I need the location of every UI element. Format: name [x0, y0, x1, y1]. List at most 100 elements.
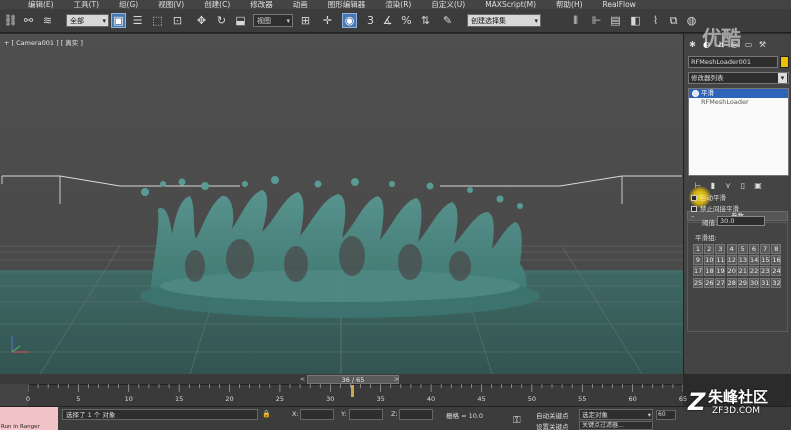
- curve-editor-icon[interactable]: ⌇: [648, 13, 663, 28]
- smoothing-group-button[interactable]: 10: [704, 255, 715, 266]
- menu-item[interactable]: RealFlow: [603, 0, 636, 9]
- smoothing-group-button[interactable]: 31: [760, 277, 771, 288]
- prevent-indirect-check-icon[interactable]: [691, 206, 697, 212]
- smoothing-group-button[interactable]: 16: [771, 255, 782, 266]
- smoothing-group-button[interactable]: 30: [748, 277, 759, 288]
- prevent-indirect-checkbox[interactable]: 禁止间接平滑: [691, 205, 739, 214]
- select-manipulate-icon[interactable]: ✛: [320, 13, 335, 28]
- auto-key-button[interactable]: 自动关键点: [536, 410, 569, 420]
- grid-readout: 栅格 = 10.0: [446, 412, 484, 420]
- smoothing-group-button[interactable]: 29: [737, 277, 748, 288]
- menu-item[interactable]: 组(G): [119, 0, 138, 9]
- smoothing-group-button[interactable]: 2: [704, 244, 715, 254]
- smoothing-group-button[interactable]: 15: [760, 255, 771, 266]
- menu-item[interactable]: 渲染(R): [385, 0, 411, 9]
- camera-viewport[interactable]: + [ Camera001 ] [ 真实 ]: [0, 34, 683, 374]
- menu-item[interactable]: 工具(T): [74, 0, 99, 9]
- keyboard-shortcut-icon[interactable]: ◉: [342, 13, 357, 28]
- smoothing-group-button[interactable]: 8: [771, 244, 782, 254]
- smoothing-group-button[interactable]: 14: [748, 255, 759, 266]
- smoothing-group-button[interactable]: 27: [715, 277, 726, 288]
- bind-spacewarp-icon[interactable]: ≋: [40, 13, 55, 28]
- named-selection-select[interactable]: 创建选择集: [467, 14, 541, 28]
- menu-item[interactable]: 修改器: [250, 0, 273, 9]
- percent-snap-icon[interactable]: %: [399, 13, 414, 28]
- smoothing-group-button[interactable]: 17: [693, 266, 703, 277]
- smoothing-group-button[interactable]: 3: [715, 244, 726, 254]
- time-prev-icon[interactable]: <: [298, 375, 307, 384]
- snap-toggle-icon[interactable]: 3: [363, 13, 378, 28]
- rect-selection-icon[interactable]: ⬚: [150, 13, 165, 28]
- smoothing-group-button[interactable]: 4: [726, 244, 737, 254]
- smoothing-group-button[interactable]: 19: [715, 266, 726, 277]
- window-crossing-icon[interactable]: ⊡: [170, 13, 185, 28]
- graphite-icon[interactable]: ◧: [628, 13, 643, 28]
- unlink-icon[interactable]: ⚯: [21, 13, 36, 28]
- smoothing-group-button[interactable]: 18: [704, 266, 715, 277]
- menu-item[interactable]: 创建(C): [204, 0, 230, 9]
- smoothing-group-button[interactable]: 12: [726, 255, 737, 266]
- scale-icon[interactable]: ⬓: [233, 13, 248, 28]
- material-editor-icon[interactable]: ◍: [684, 13, 699, 28]
- smoothing-group-button[interactable]: 22: [748, 266, 759, 277]
- z-coord-field[interactable]: [399, 409, 433, 420]
- prevent-indirect-label: 禁止间接平滑: [700, 205, 739, 213]
- reference-coord-select[interactable]: 视图: [253, 14, 293, 28]
- edit-named-sel-icon[interactable]: ✎: [440, 13, 455, 28]
- time-slider-thumb[interactable]: 36 / 65: [307, 375, 399, 384]
- menu-item[interactable]: 动画: [293, 0, 308, 9]
- y-label: Y:: [341, 410, 347, 418]
- smoothing-group-button[interactable]: 7: [760, 244, 771, 254]
- move-icon[interactable]: ✥: [194, 13, 209, 28]
- selection-lock-icon[interactable]: 🔒: [262, 410, 271, 418]
- frame-tick-label: 25: [275, 395, 285, 403]
- smoothing-group-button[interactable]: 13: [737, 255, 748, 266]
- key-target-select[interactable]: 选定对象: [579, 409, 653, 420]
- rotate-icon[interactable]: ↻: [214, 13, 229, 28]
- threshold-spinner[interactable]: 30.0: [717, 216, 765, 226]
- selection-filter-select[interactable]: 全部: [66, 14, 109, 28]
- menu-item[interactable]: 编辑(E): [28, 0, 54, 9]
- layer-manager-icon[interactable]: ▤: [608, 13, 623, 28]
- smoothing-group-button[interactable]: 1: [693, 244, 703, 254]
- auto-smooth-checkbox[interactable]: 自动平滑: [691, 194, 726, 203]
- menu-item[interactable]: 自定义(U): [431, 0, 465, 9]
- set-key-icon[interactable]: ⚿: [513, 415, 521, 426]
- smoothing-group-button[interactable]: 6: [748, 244, 759, 254]
- menu-item[interactable]: 视图(V): [158, 0, 184, 9]
- smoothing-group-button[interactable]: 32: [771, 277, 782, 288]
- angle-snap-icon[interactable]: ∡: [380, 13, 395, 28]
- smoothing-group-button[interactable]: 5: [737, 244, 748, 254]
- smoothing-group-button[interactable]: 20: [726, 266, 737, 277]
- smoothing-group-button[interactable]: 23: [760, 266, 771, 277]
- spinner-snap-icon[interactable]: ⇅: [418, 13, 433, 28]
- smoothing-group-button[interactable]: 11: [715, 255, 726, 266]
- keyframe-marker[interactable]: [351, 385, 354, 397]
- z-label: Z:: [391, 410, 398, 418]
- smoothing-group-button[interactable]: 26: [704, 277, 715, 288]
- smoothing-group-button[interactable]: 28: [726, 277, 737, 288]
- menu-item[interactable]: MAXScript(M): [485, 0, 536, 9]
- y-coord-field[interactable]: [349, 409, 383, 420]
- viewport-label[interactable]: + [ Camera001 ] [ 真实 ]: [4, 37, 83, 47]
- schematic-view-icon[interactable]: ⧉: [666, 13, 681, 28]
- select-by-name-icon[interactable]: ☰: [130, 13, 145, 28]
- frame-tick-label: 5: [76, 395, 81, 403]
- set-key-button[interactable]: 设置关键点: [536, 421, 569, 430]
- current-frame-field[interactable]: 60: [656, 410, 676, 420]
- time-next-icon[interactable]: >: [392, 375, 401, 384]
- auto-smooth-check-icon[interactable]: [691, 195, 697, 201]
- pivot-center-icon[interactable]: ⊞: [298, 13, 313, 28]
- align-icon[interactable]: ⊩: [589, 13, 604, 28]
- menu-item[interactable]: 帮助(H): [556, 0, 583, 9]
- menu-item[interactable]: 图形编辑器: [328, 0, 366, 9]
- link-icon[interactable]: ⛓: [3, 13, 18, 28]
- smoothing-group-button[interactable]: 24: [771, 266, 782, 277]
- smoothing-group-button[interactable]: 25: [693, 277, 703, 288]
- key-filters-button[interactable]: 关键点过滤器...: [579, 421, 653, 430]
- select-object-icon[interactable]: ▣: [111, 13, 126, 28]
- smoothing-group-button[interactable]: 21: [737, 266, 748, 277]
- mirror-icon[interactable]: ⫴: [568, 13, 583, 28]
- smoothing-group-button[interactable]: 9: [693, 255, 703, 266]
- x-coord-field[interactable]: [300, 409, 334, 420]
